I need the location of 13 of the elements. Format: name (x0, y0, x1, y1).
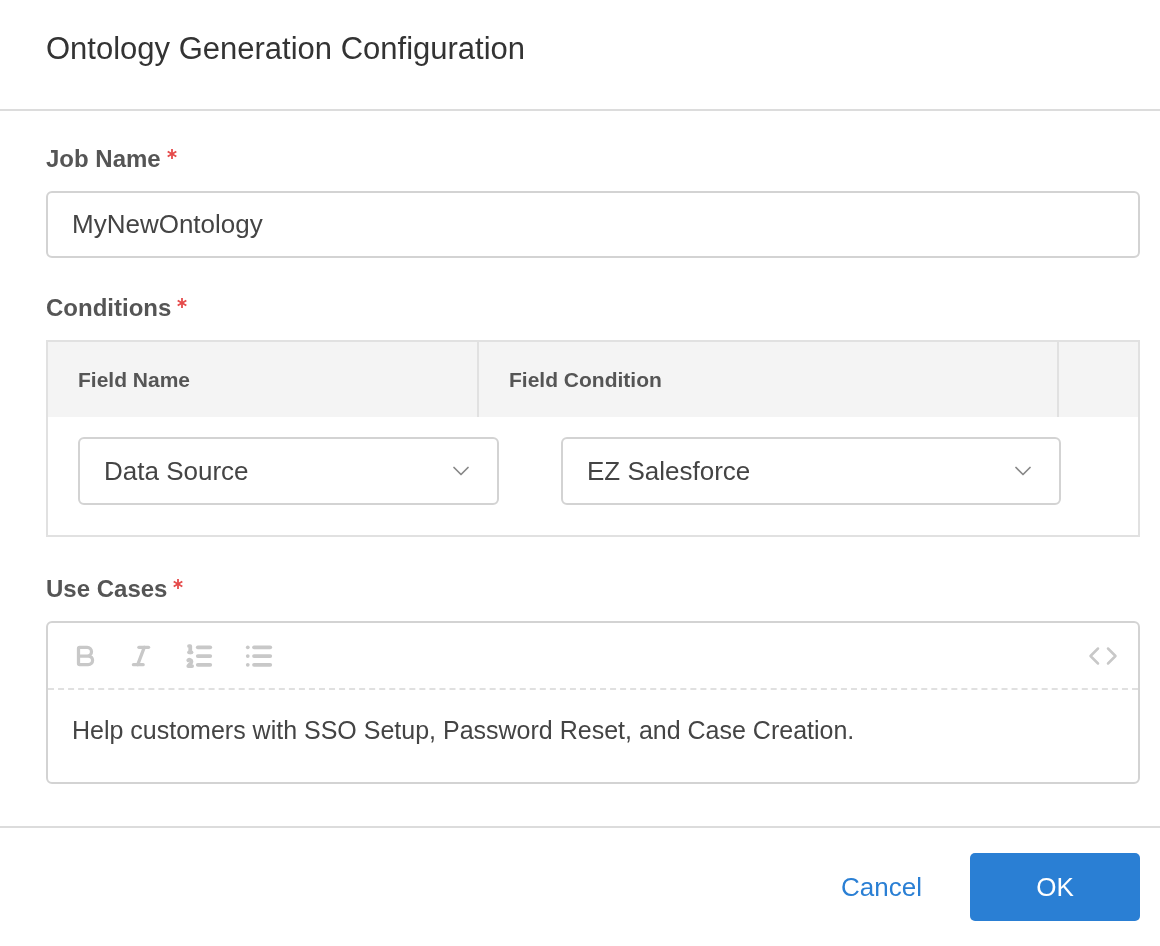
rich-text-editor[interactable]: Help customers with SSO Setup, Password Reset, and Case Creation. (46, 621, 1140, 784)
field-name-select[interactable]: Data Source (78, 437, 499, 505)
editor-text: Help customers with SSO Setup, Password Reset, and Case Creation. (71, 715, 856, 746)
column-header: Field Condition (479, 342, 1059, 417)
field-label: Use Cases (46, 575, 168, 603)
cancel-button[interactable]: Cancel (835, 870, 928, 904)
ok-button[interactable]: OK (970, 853, 1140, 921)
field-condition-select[interactable]: EZ Salesforce (561, 437, 1061, 505)
column-header: Field Name (48, 342, 479, 417)
field-label: Job Name (46, 145, 161, 173)
field-label: Conditions (46, 294, 172, 322)
job-name-input[interactable]: MyNewOntology (46, 191, 1140, 258)
dialog-title: Ontology Generation Configuration (46, 30, 526, 67)
